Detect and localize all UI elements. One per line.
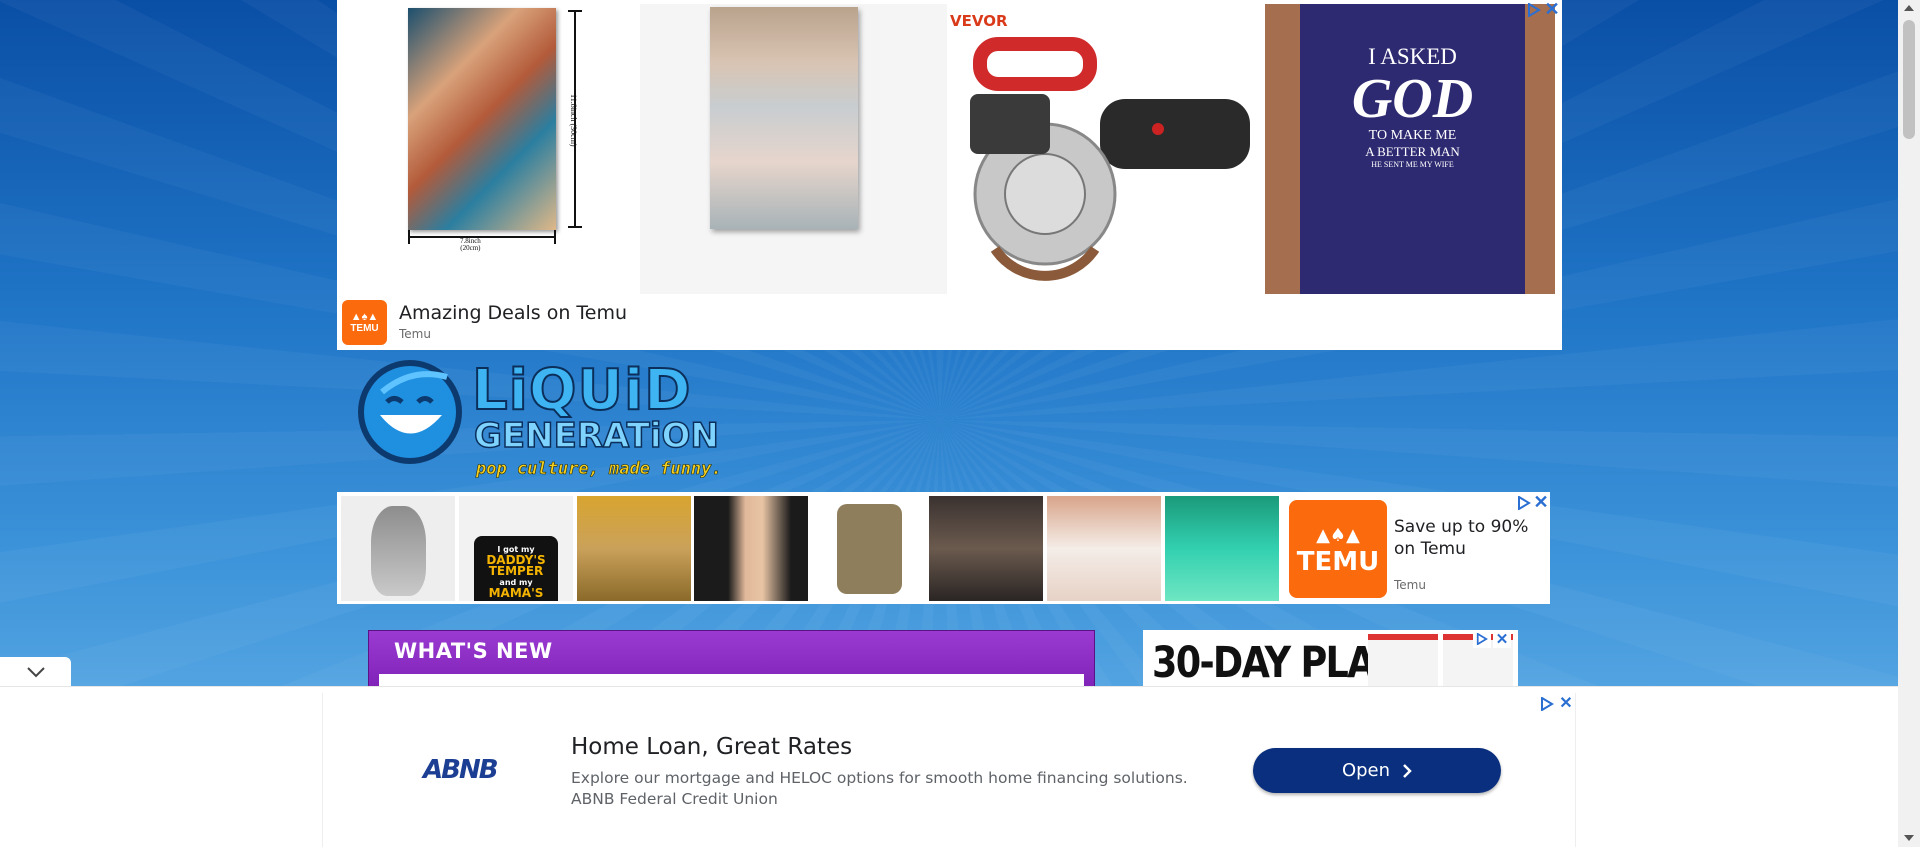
scroll-thumb[interactable] [1903,20,1915,139]
poster-width-cm: (20cm) [460,244,481,252]
top-ad-banner[interactable]: 11.8inch (30cm) 7.8inch (20cm) VEVOR I A… [337,0,1562,350]
strip-ad-advertiser: Temu [1394,578,1426,592]
ad-product-poster[interactable]: 11.8inch (30cm) 7.8inch (20cm) [342,4,635,294]
temu-logo-large[interactable]: ▲♠▲ TEMU [1289,500,1387,598]
temu-logo-text: TEMU [350,322,379,334]
shirt-text-5: MAMA'S [488,586,544,600]
strip-ad-title[interactable]: Save up to 90% on Temu [1394,516,1544,560]
temu-strip-ad[interactable]: I got my DADDY'S TEMPER and my MAMA'S ▲♠… [337,492,1550,604]
chevron-down-icon [26,667,45,678]
open-button[interactable]: Open [1253,748,1501,793]
ad-thumb-portrait[interactable] [929,496,1043,601]
page-scrollbar[interactable] [1898,0,1920,847]
adchoices-icon[interactable] [1473,630,1491,648]
close-ad-icon[interactable]: ✕ [1493,630,1511,648]
bottom-ad-title[interactable]: Home Loan, Great Rates [571,734,852,760]
top-ad-advertiser: Temu [399,327,431,341]
liquid-generation-logo[interactable]: LiQUiD GENERATiON pop culture, made funn… [352,357,747,487]
tshirt-line2: GOD [1351,68,1474,130]
tshirt-line4: A BETTER MAN [1365,144,1460,159]
ad-thumb-kids-shirt[interactable]: I got my DADDY'S TEMPER and my MAMA'S [459,496,573,601]
whats-new-panel: WHAT'S NEW [368,630,1095,694]
close-ad-icon[interactable]: ✕ [1557,694,1575,712]
temu-logo[interactable]: ▲♠▲ TEMU [342,300,387,345]
ad-thumb-green-dress[interactable] [1165,496,1279,601]
ad-thumb-cat-mask[interactable] [341,496,455,601]
tshirt-line3: TO MAKE ME [1368,128,1457,143]
ad-product-photo[interactable] [640,4,947,294]
plan-ad-title: 30-DAY PLAN [1152,638,1404,686]
close-ad-icon[interactable]: ✕ [1543,0,1561,19]
bottom-ad-advertiser: ABNB Federal Credit Union [571,790,778,808]
ad-product-tshirt[interactable]: I ASKED GOD TO MAKE ME A BETTER MAN HE S… [1265,4,1555,294]
adchoices-icon[interactable] [1525,1,1543,19]
ad-thumb-tactical-vest[interactable] [812,496,926,601]
ad-thumb-leg-chain[interactable] [694,496,808,601]
ad-product-saw[interactable]: VEVOR [950,4,1255,294]
logo-text-generation: GENERATiON [473,416,719,456]
adchoices-icon[interactable] [1538,695,1556,713]
ad-thumb-yellow-dress[interactable] [577,496,691,601]
shirt-text-3: TEMPER [488,564,544,578]
ad-thumb-white-dress[interactable] [1047,496,1161,601]
open-button-label: Open [1341,760,1391,781]
logo-tagline: pop culture, made funny. [476,459,722,480]
collapse-ad-button[interactable] [0,657,71,687]
tshirt-line1: I ASKED [1368,44,1457,69]
scroll-up-arrow[interactable] [1904,5,1914,11]
wall-saw-image [970,37,1250,281]
scroll-down-arrow[interactable] [1904,835,1914,841]
close-ad-icon[interactable]: ✕ [1532,492,1550,512]
plan-ad[interactable]: 30-DAY PLAN ✕ [1143,630,1518,686]
bottom-anchor-ad[interactable]: ABNB Home Loan, Great Rates Explore our … [322,693,1576,847]
tshirt-line5: HE SENT ME MY WIFE [1371,160,1454,169]
temu-logo-large-text: TEMU [1296,547,1380,577]
poster-height-cm: (30cm) [569,123,578,147]
poster-height-label: 11.8inch [569,94,578,122]
bottom-ad-description: Explore our mortgage and HELOC options f… [571,769,1188,787]
abnb-logo[interactable]: ABNB [423,755,499,785]
adchoices-icon[interactable] [1515,494,1533,512]
top-ad-title[interactable]: Amazing Deals on Temu [399,302,627,324]
chevron-right-icon [1403,763,1412,778]
logo-text-liquid: LiQUiD [471,358,692,423]
whats-new-title: WHAT'S NEW [394,639,553,663]
